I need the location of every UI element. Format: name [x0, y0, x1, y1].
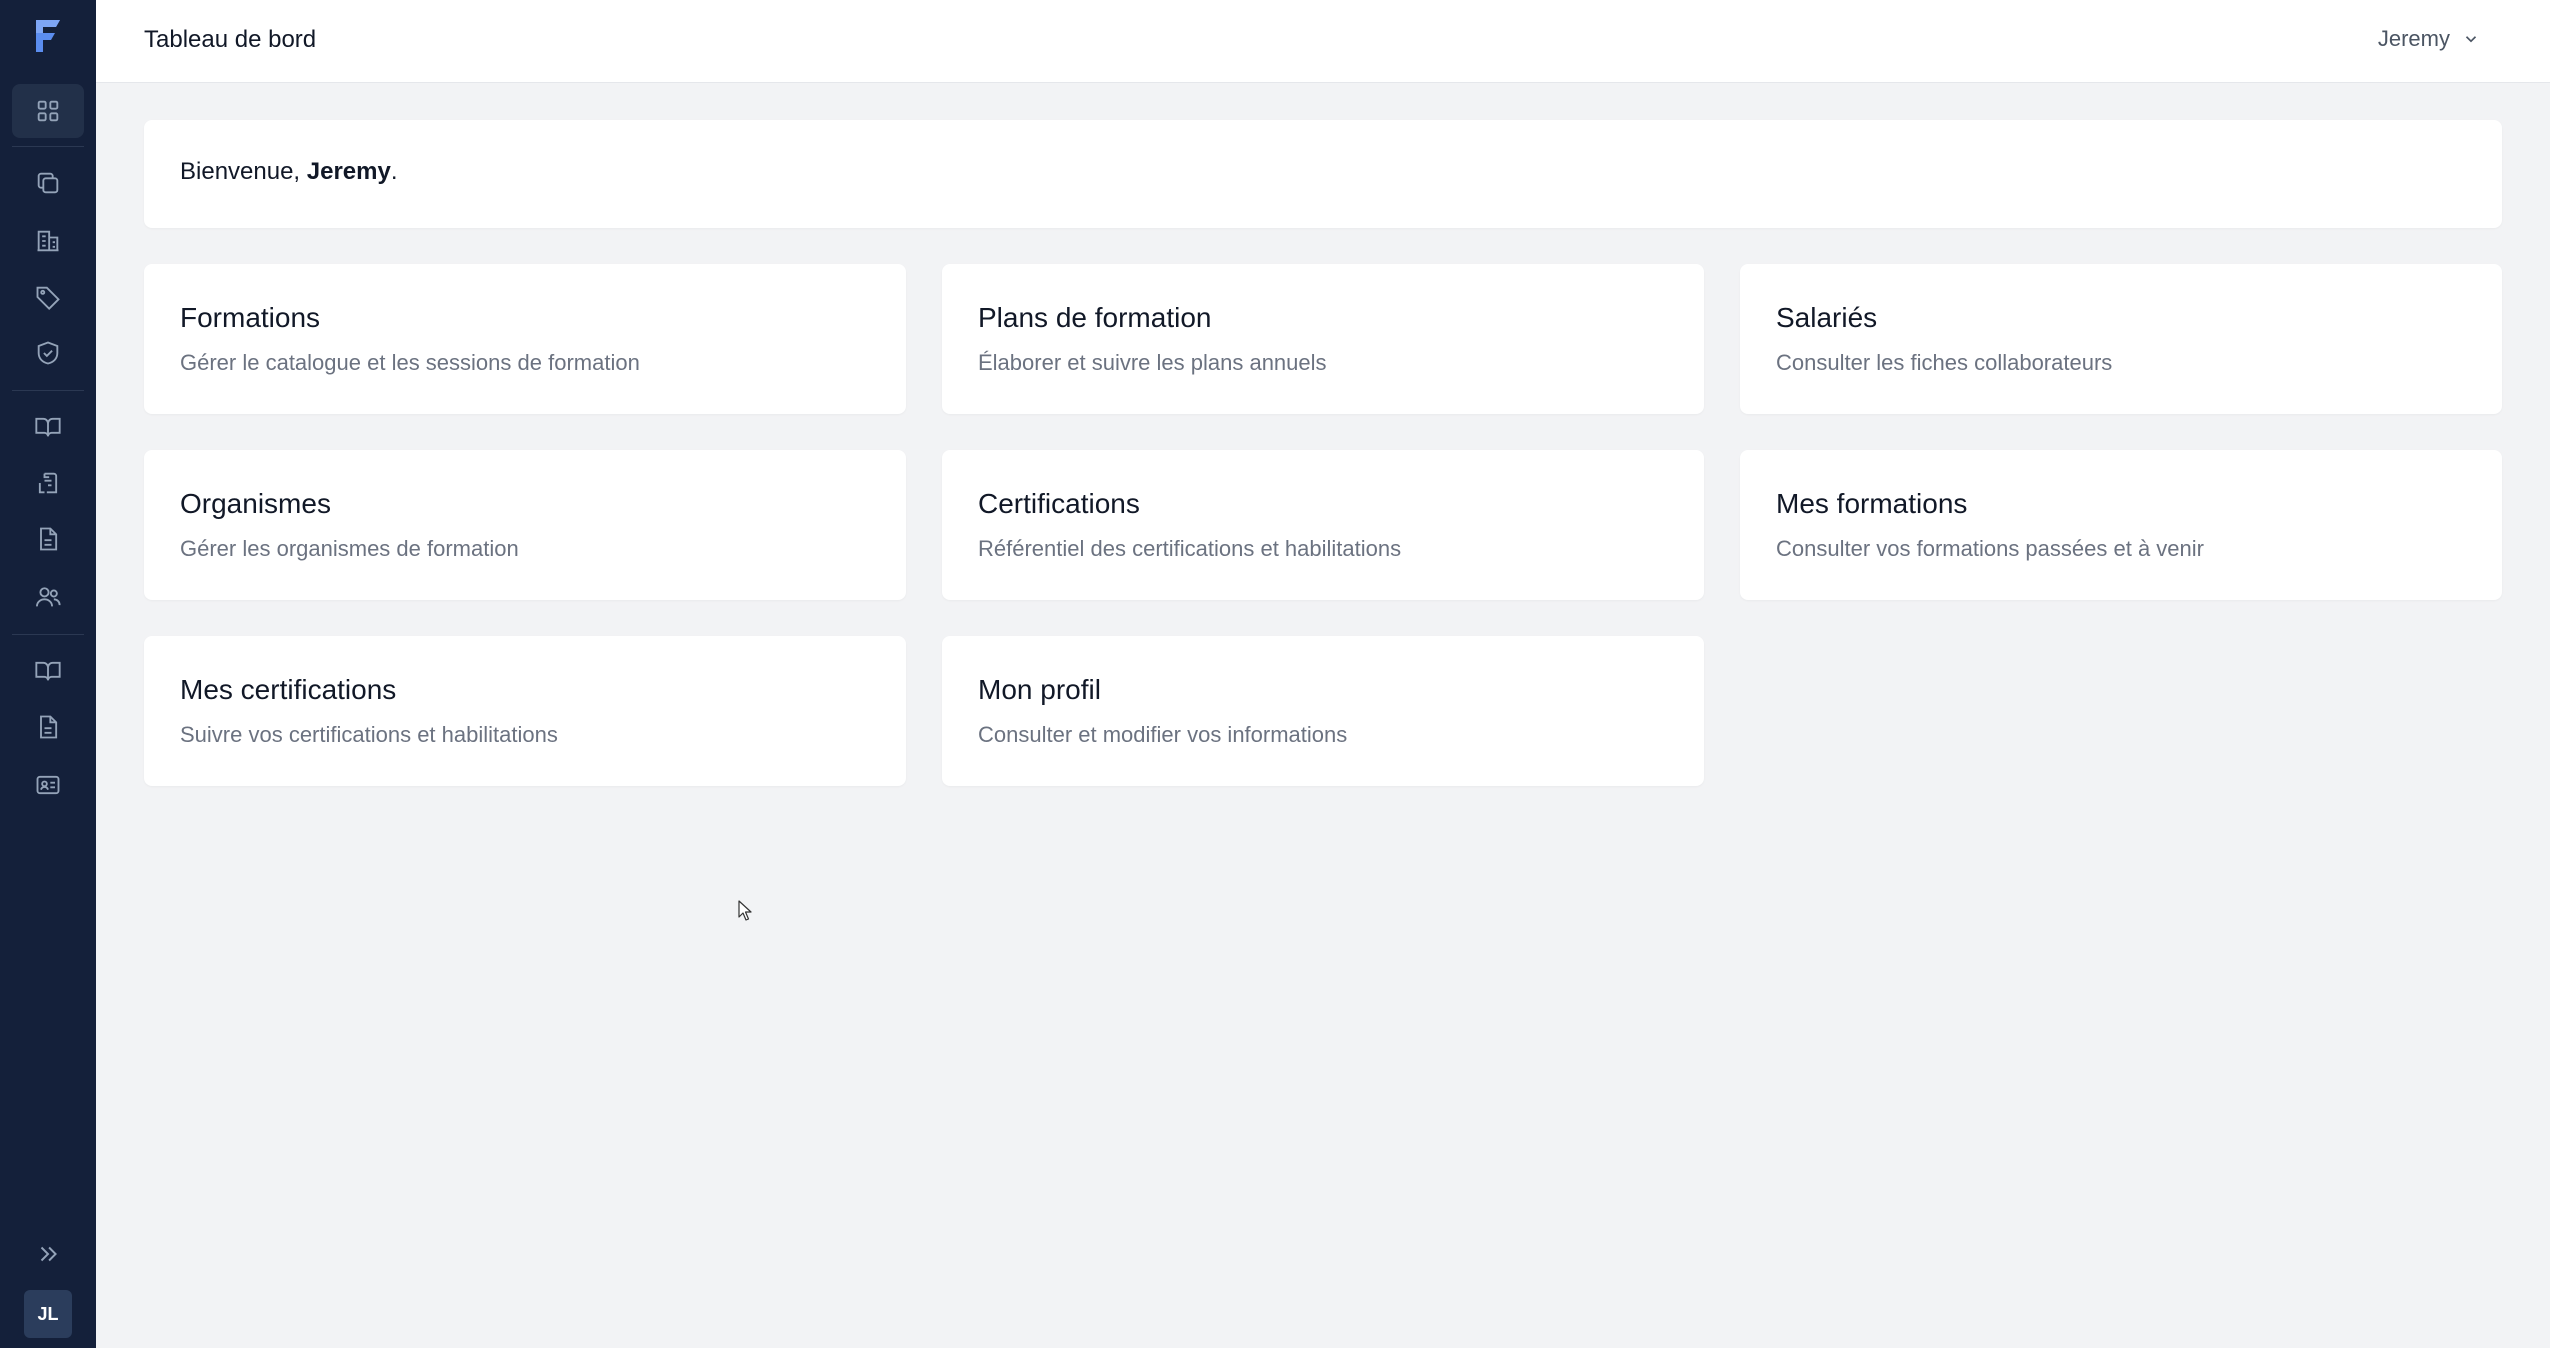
id-card-icon [36, 775, 60, 795]
card-plans-de-formation[interactable]: Plans de formation Élaborer et suivre le… [942, 264, 1704, 414]
building-icon [37, 230, 59, 252]
welcome-suffix: . [390, 158, 398, 185]
card-mes-certifications[interactable]: Mes certifications Suivre vos certificat… [144, 636, 906, 786]
book-open-icon [35, 417, 61, 437]
card-title: Mes formations [1776, 488, 1968, 519]
page-title: Tableau de bord [144, 26, 317, 53]
mouse-cursor-icon [738, 900, 752, 921]
app-logo[interactable] [28, 16, 68, 56]
sidebar-item-my-docs[interactable] [12, 700, 84, 754]
sidebar-item-shield[interactable] [12, 326, 84, 380]
sidebar-divider [12, 634, 84, 635]
sidebar-item-clipboard[interactable] [12, 456, 84, 510]
sidebar-item-buildings[interactable] [12, 214, 84, 268]
chevron-down-icon [2465, 36, 2477, 43]
card-title: Plans de formation [978, 302, 1212, 333]
sidebar-divider [12, 390, 84, 391]
chevrons-right-icon [40, 1246, 57, 1262]
sidebar-item-document[interactable] [12, 512, 84, 566]
sidebar-item-profile[interactable] [12, 758, 84, 812]
file-text-icon [40, 527, 58, 551]
sidebar-item-tags[interactable] [12, 270, 84, 324]
card-salaries[interactable]: Salariés Consulter les fiches collaborat… [1740, 264, 2502, 414]
user-avatar[interactable]: JL [24, 1290, 72, 1338]
grid-icon [37, 100, 59, 122]
clipboard-icon [38, 472, 58, 494]
file-text-icon [40, 715, 58, 739]
user-menu-button[interactable]: Jeremy [2378, 26, 2480, 52]
users-icon [35, 587, 61, 607]
tag-icon [36, 286, 60, 310]
sidebar-item-dashboard[interactable] [12, 84, 84, 138]
card-certifications[interactable]: Certifications Référentiel des certifica… [942, 450, 1704, 600]
card-title: Certifications [978, 488, 1140, 519]
welcome-panel: Bienvenue, Jeremy. [144, 120, 2502, 228]
card-title: Salariés [1776, 302, 1878, 333]
sidebar: JL [0, 0, 96, 1348]
sidebar-item-users[interactable] [12, 570, 84, 624]
card-description: Consulter et modifier vos informations [978, 722, 1348, 747]
card-title: Mes certifications [180, 674, 397, 705]
card-description: Gérer les organismes de formation [180, 536, 519, 561]
card-description: Consulter vos formations passées et à ve… [1776, 536, 2204, 561]
sidebar-divider [12, 146, 84, 147]
card-mes-formations[interactable]: Mes formations Consulter vos formations … [1740, 450, 2502, 600]
card-mon-profil[interactable]: Mon profil Consulter et modifier vos inf… [942, 636, 1704, 786]
welcome-prefix: Bienvenue, [180, 158, 307, 185]
user-menu-name: Jeremy [2377, 26, 2450, 51]
welcome-user-name: Jeremy [306, 158, 391, 185]
card-description: Consulter les fiches collaborateurs [1776, 350, 2113, 375]
card-title: Mon profil [978, 674, 1101, 705]
copy-icon [37, 172, 59, 194]
card-formations[interactable]: Formations Gérer le catalogue et les ses… [144, 264, 906, 414]
sidebar-item-catalog[interactable] [12, 400, 84, 454]
card-title: Organismes [180, 488, 331, 519]
sidebar-item-copies[interactable] [12, 156, 84, 210]
card-description: Élaborer et suivre les plans annuels [978, 350, 1327, 375]
card-title: Formations [180, 302, 321, 333]
shield-check-icon [37, 341, 59, 365]
card-description: Gérer le catalogue et les sessions de fo… [180, 350, 640, 375]
card-description: Suivre vos certifications et habilitatio… [180, 722, 558, 747]
book-open-icon [35, 661, 61, 681]
card-description: Référentiel des certifications et habili… [978, 536, 1402, 561]
sidebar-expand-button[interactable] [24, 1236, 72, 1272]
card-organismes[interactable]: Organismes Gérer les organismes de forma… [144, 450, 906, 600]
top-header: Tableau de bord Jeremy [96, 0, 2550, 83]
sidebar-item-my-trainings[interactable] [12, 644, 84, 698]
